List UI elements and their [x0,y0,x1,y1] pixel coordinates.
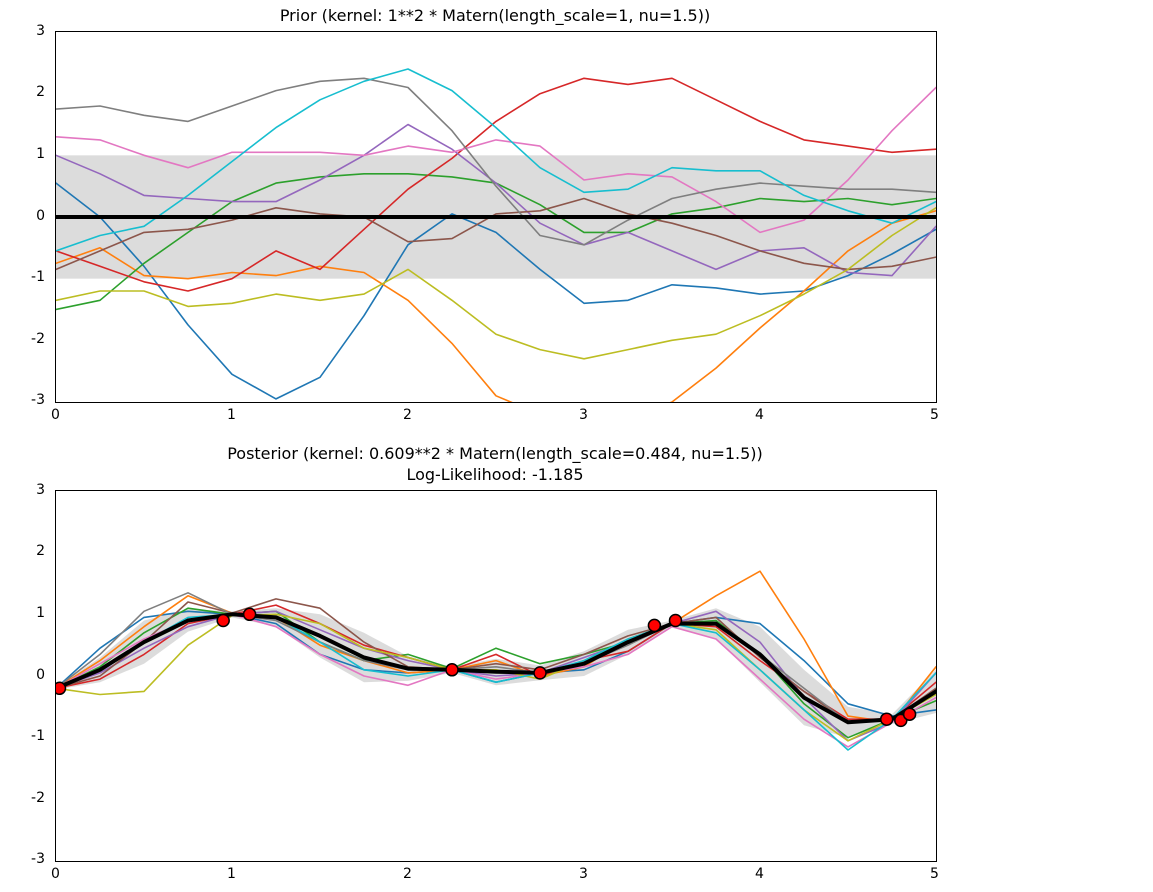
posterior-ytick-area: 3 2 1 0 -1 -2 -3 [0,490,55,860]
xtick-label: 3 [579,407,588,423]
ytick-mark [55,676,56,677]
prior-svg [56,32,936,402]
ytick-label: 3 [36,23,45,39]
xtick-label: 4 [755,407,764,423]
ytick-mark [55,155,56,156]
ytick-label: -2 [31,331,45,347]
prior-axes [55,31,937,403]
ytick-label: -3 [31,392,45,408]
xtick-label: 5 [930,407,939,423]
ytick-label: 2 [36,543,45,559]
ytick-label: 2 [36,84,45,100]
xtick-mark [760,861,761,862]
xtick-mark [232,402,233,403]
ytick-label: 0 [36,667,45,683]
ytick-mark [55,737,56,738]
xtick-mark [935,402,936,403]
xtick-mark [56,402,57,403]
ytick-label: -1 [31,269,45,285]
posterior-svg [56,491,936,861]
observation-point [446,663,458,675]
observation-point [217,614,229,626]
ytick-label: 1 [36,146,45,162]
ytick-mark [55,93,56,94]
xtick-mark [232,861,233,862]
ytick-mark [55,217,56,218]
prior-plot-block: Prior (kernel: 1**2 * Matern(length_scal… [0,0,965,431]
observation-point [244,608,256,620]
xtick-label: 1 [227,866,236,882]
xtick-label: 3 [579,866,588,882]
ytick-label: 1 [36,605,45,621]
ytick-mark [55,614,56,615]
ytick-label: 3 [36,482,45,498]
xtick-label: 2 [403,407,412,423]
xtick-mark [584,861,585,862]
xtick-mark [408,402,409,403]
xtick-mark [584,402,585,403]
prior-ytick-area: 3 2 1 0 -1 -2 -3 [0,31,55,401]
xtick-mark [760,402,761,403]
ytick-label: -2 [31,790,45,806]
observation-point [904,708,916,720]
xtick-mark [935,861,936,862]
xtick-mark [408,861,409,862]
xtick-label: 0 [51,866,60,882]
xtick-label: 1 [227,407,236,423]
observation-point [648,619,660,631]
observation-point [670,614,682,626]
observation-point [881,713,893,725]
xtick-label: 0 [51,407,60,423]
ytick-label: -1 [31,728,45,744]
ytick-mark [55,340,56,341]
ytick-mark [55,32,56,33]
xtick-label: 5 [930,866,939,882]
ytick-mark [55,278,56,279]
posterior-plot-block: Posterior (kernel: 0.609**2 * Matern(len… [0,438,965,890]
posterior-title: Posterior (kernel: 0.609**2 * Matern(len… [55,438,935,486]
ytick-label: 0 [36,208,45,224]
xtick-label: 4 [755,866,764,882]
posterior-axes [55,490,937,862]
posterior-xtick-area: 0 1 2 3 4 5 [55,866,935,890]
ytick-mark [55,799,56,800]
observation-point [534,666,546,678]
prior-title: Prior (kernel: 1**2 * Matern(length_scal… [55,0,935,27]
ytick-mark [55,552,56,553]
ytick-mark [55,491,56,492]
observation-point [55,682,66,694]
xtick-label: 2 [403,866,412,882]
page: Prior (kernel: 1**2 * Matern(length_scal… [0,0,1153,892]
prior-xtick-area: 0 1 2 3 4 5 [55,407,935,431]
ytick-label: -3 [31,851,45,867]
xtick-mark [56,861,57,862]
